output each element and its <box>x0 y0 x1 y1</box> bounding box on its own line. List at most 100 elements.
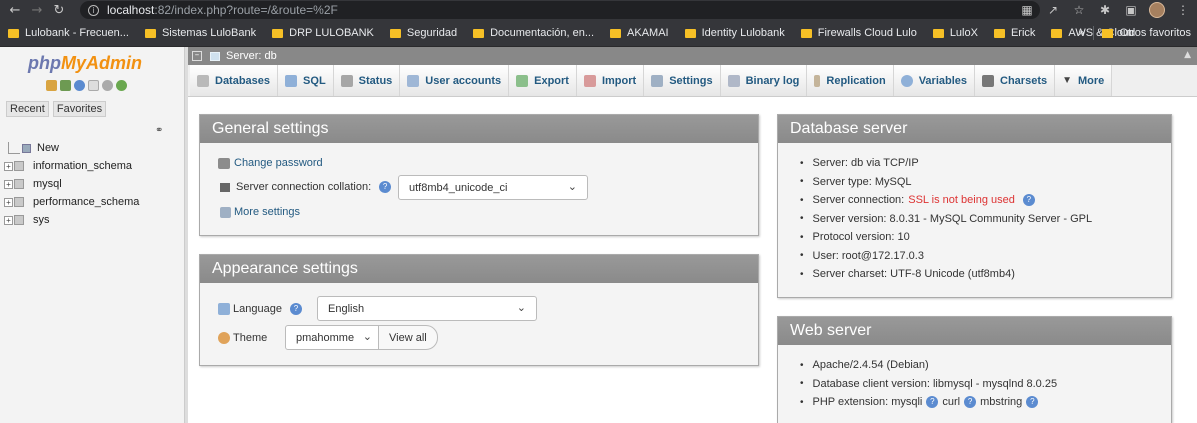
tab-status[interactable]: Status <box>333 65 401 96</box>
tab-export[interactable]: Export <box>509 65 577 96</box>
folder-icon <box>1051 28 1063 38</box>
collation-row: Server connection collation: ? <box>220 181 392 193</box>
help-icon[interactable]: ? <box>926 396 939 409</box>
folder-icon <box>8 28 19 38</box>
database-icon <box>14 215 24 225</box>
expand-icon[interactable]: + <box>4 197 13 207</box>
bookmark-folder[interactable]: Sistemas LuloBank <box>144 27 256 39</box>
status-icon <box>340 74 353 87</box>
bookmark-folder[interactable]: LuloX <box>932 27 978 39</box>
tab-sql[interactable]: SQL <box>278 65 334 96</box>
chevron-down-icon: ⌄ <box>516 302 526 314</box>
back-arrow-icon[interactable]: ← <box>4 3 26 18</box>
tab-variables[interactable]: Variables <box>893 65 976 96</box>
tree-item-new[interactable]: New <box>4 139 139 157</box>
address-bar[interactable]: i localhost:82/index.php?route=/&route=%… <box>80 1 1040 19</box>
navigation-panel: phpMyAdmin Recent Favorites ⚭ New + info… <box>0 47 185 423</box>
site-info-icon[interactable]: i <box>88 4 99 16</box>
side-panel-icon[interactable]: ▣ <box>1123 3 1139 17</box>
more-settings-link[interactable]: More settings <box>234 206 300 218</box>
extensions-icon[interactable]: ✱ <box>1097 3 1113 17</box>
tab-import[interactable]: Import <box>576 65 645 96</box>
server-icon <box>210 51 220 61</box>
collation-label: Server connection collation: <box>236 181 372 193</box>
panel-title: Appearance settings <box>200 255 758 283</box>
tab-replication[interactable]: Replication <box>807 65 894 96</box>
docs-icon[interactable] <box>88 80 99 91</box>
home-icon[interactable] <box>46 80 57 91</box>
help-icon[interactable]: ? <box>1022 194 1035 207</box>
breadcrumb-server[interactable]: Server: db <box>226 50 277 62</box>
bookmark-folder[interactable]: Identity Lulobank <box>684 27 785 39</box>
tab-settings[interactable]: Settings <box>644 65 721 96</box>
collapse-nav-icon[interactable]: – <box>192 51 202 61</box>
server-info-list: Server: db via TCP/IP Server type: MySQL… <box>800 154 1093 284</box>
tab-recent[interactable]: Recent <box>6 101 49 117</box>
bookmark-folder[interactable]: AKAMAI <box>610 27 669 39</box>
reload-nav-icon[interactable] <box>116 80 127 91</box>
bookmark-folder[interactable]: DRP LULOBANK <box>272 27 374 39</box>
link-with-main-icon[interactable]: ⚭ <box>155 125 163 136</box>
folder-icon <box>993 28 1005 38</box>
folder-icon <box>800 28 812 38</box>
change-password-link[interactable]: Change password <box>234 157 323 169</box>
reload-icon[interactable]: ↻ <box>48 3 70 18</box>
phpmyadmin-logo[interactable]: phpMyAdmin <box>28 53 142 74</box>
list-item: Protocol version: 10 <box>800 228 1092 247</box>
theme-select[interactable]: pmahomme ⌄ <box>285 325 379 350</box>
panel-resizer[interactable] <box>185 47 188 423</box>
help-icon[interactable] <box>74 80 85 91</box>
list-item: Server charset: UTF-8 Unicode (utf8mb4) <box>800 265 1092 284</box>
bookmark-folder[interactable]: Firewalls Cloud Lulo <box>800 27 917 39</box>
forward-arrow-icon[interactable]: → <box>26 3 48 18</box>
help-icon[interactable]: ? <box>1026 396 1039 409</box>
bookmark-folder[interactable]: Seguridad <box>389 27 457 39</box>
kebab-menu-icon[interactable]: ⋮ <box>1175 3 1191 17</box>
logout-icon[interactable] <box>60 80 71 91</box>
collation-select[interactable]: utf8mb4_unicode_ci ⌄ <box>398 175 588 200</box>
tree-item-database[interactable]: + information_schema <box>4 157 139 175</box>
tab-charsets[interactable]: Charsets <box>975 65 1056 96</box>
tree-line-icon <box>8 142 20 154</box>
tree-item-database[interactable]: + mysql <box>4 175 139 193</box>
browser-toolbar: ← → ↻ i localhost:82/index.php?route=/&r… <box>0 0 1197 20</box>
help-icon[interactable]: ? <box>964 396 977 409</box>
other-bookmarks-folder[interactable]: Otros favoritos <box>1093 26 1191 40</box>
language-select[interactable]: English ⌄ <box>317 296 537 321</box>
bookmark-star-icon[interactable]: ☆ <box>1071 3 1087 17</box>
settings-icon[interactable] <box>102 80 113 91</box>
bookmark-folder[interactable]: Erick <box>993 27 1035 39</box>
bookmark-folder[interactable]: Documentación, en... <box>473 27 594 39</box>
tab-more[interactable]: ▼ More <box>1055 65 1113 96</box>
list-item: Database client version: libmysql - mysq… <box>800 375 1058 394</box>
folder-icon <box>272 28 284 38</box>
web-server-panel: Web server Apache/2.4.54 (Debian) Databa… <box>777 316 1172 423</box>
export-icon <box>516 74 529 87</box>
language-row: Language ? <box>218 303 302 315</box>
translate-icon[interactable]: ▦ <box>1019 3 1035 17</box>
bookmark-folder[interactable]: Lulobank - Frecuen... <box>8 27 129 39</box>
tab-favorites[interactable]: Favorites <box>52 101 107 117</box>
chevron-up-icon[interactable]: ▲ <box>1184 50 1191 60</box>
url-host: localhost <box>107 3 155 17</box>
language-label: Language <box>233 303 282 315</box>
collation-icon <box>220 182 230 192</box>
tree-item-database[interactable]: + sys <box>4 211 139 229</box>
profile-avatar[interactable] <box>1149 2 1165 18</box>
expand-icon[interactable]: + <box>4 161 13 171</box>
view-all-button[interactable]: View all <box>378 325 438 350</box>
nav-quick-icons <box>46 80 127 91</box>
tab-binary-log[interactable]: Binary log <box>720 65 808 96</box>
tab-user-accounts[interactable]: User accounts <box>400 65 510 96</box>
tab-databases[interactable]: Databases <box>190 65 279 96</box>
bookmarks-overflow-button[interactable]: » <box>1078 26 1085 39</box>
tree-item-database[interactable]: + performance_schema <box>4 193 139 211</box>
share-icon[interactable]: ↗ <box>1045 3 1061 17</box>
expand-icon[interactable]: + <box>4 215 13 225</box>
help-icon[interactable]: ? <box>289 303 302 315</box>
import-icon <box>583 74 596 87</box>
expand-icon[interactable]: + <box>4 179 13 189</box>
list-item: Server: db via TCP/IP <box>800 154 1092 173</box>
help-icon[interactable]: ? <box>379 181 392 193</box>
folder-icon <box>610 28 622 38</box>
